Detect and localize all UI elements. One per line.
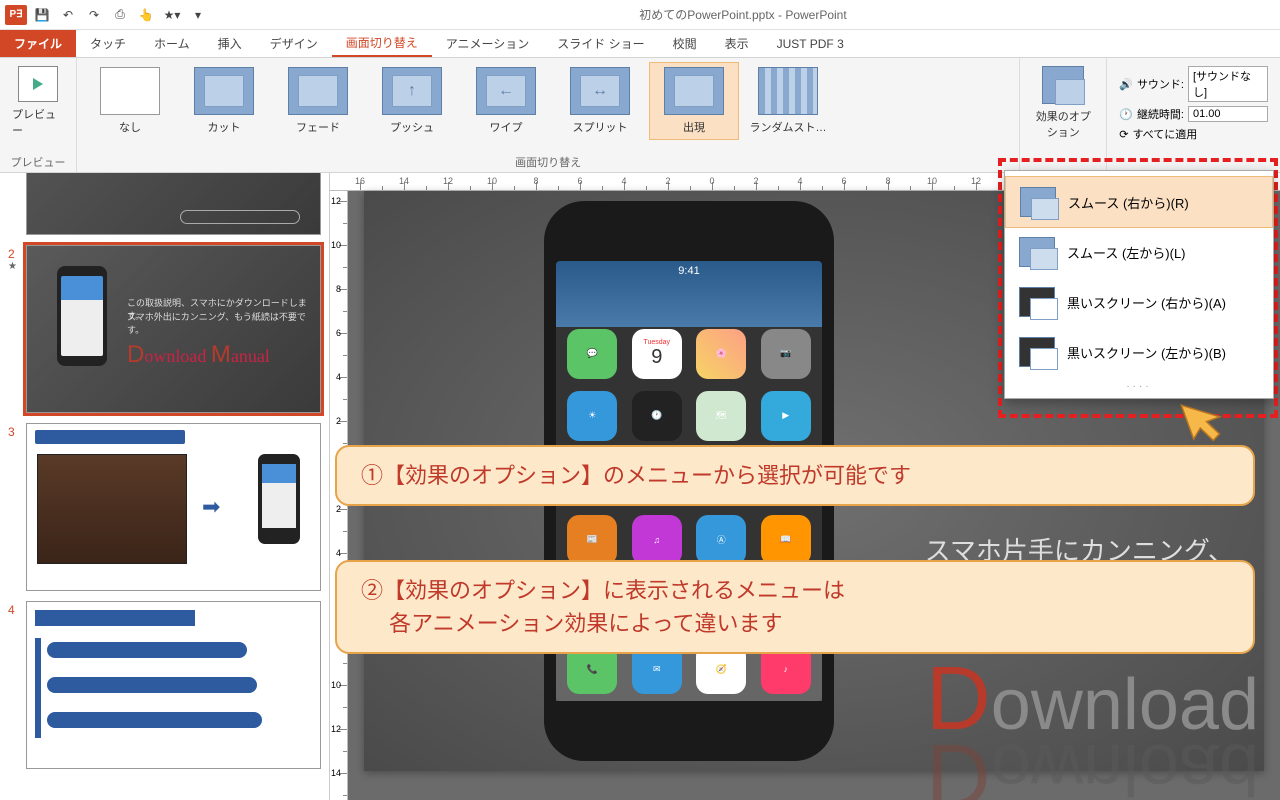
redo-icon[interactable]: ↷ bbox=[82, 3, 106, 27]
dropdown-smooth-right[interactable]: スムース (右から)(R) bbox=[1005, 176, 1273, 228]
tab-justpdf[interactable]: JUST PDF 3 bbox=[763, 30, 858, 57]
timing-duration-row: 🕐 継続時間: 01.00 bbox=[1119, 106, 1268, 122]
preview-button[interactable]: プレビュー bbox=[8, 62, 68, 142]
undo-icon[interactable]: ↶ bbox=[56, 3, 80, 27]
effect-options-button[interactable]: 効果のオプション bbox=[1028, 62, 1098, 144]
ribbon-group-timing: 🔊 サウンド: [サウンドなし] 🕐 継続時間: 01.00 ⟳ すべてに適用 bbox=[1107, 58, 1280, 172]
transition-wipe[interactable]: ← ワイプ bbox=[461, 62, 551, 140]
transition-gallery: なし カット フェード ↑ プッシュ ← ワイプ ↔ スプリット bbox=[85, 62, 1011, 140]
transition-appear[interactable]: 出現 bbox=[649, 62, 739, 140]
title-bar: P∃ 💾 ↶ ↷ ⎙ 👆 ★▾ ▾ 初めてのPowerPoint.pptx - … bbox=[0, 0, 1280, 30]
transition-split-icon: ↔ bbox=[570, 67, 630, 115]
transition-indicator-icon: ★ bbox=[8, 261, 26, 272]
dropdown-black-left[interactable]: 黒いスクリーン (左から)(B) bbox=[1005, 327, 1273, 377]
tab-touch[interactable]: タッチ bbox=[76, 30, 140, 57]
transition-cut[interactable]: カット bbox=[179, 62, 269, 140]
dropdown-grip-icon[interactable]: ···· bbox=[1005, 377, 1273, 392]
slide-thumbnail-4[interactable]: 4 bbox=[8, 601, 321, 769]
tab-view[interactable]: 表示 bbox=[711, 30, 763, 57]
effect-options-dropdown: スムース (右から)(R) スムース (左から)(L) 黒いスクリーン (右から… bbox=[1004, 170, 1274, 399]
tab-home[interactable]: ホーム bbox=[140, 30, 204, 57]
slide-thumbnail-panel[interactable]: 2 ★ この取扱説明、スマホにかダウンロードします。 スマホ外出にカンニング、も… bbox=[0, 173, 330, 800]
ribbon-group-preview: プレビュー プレビュー bbox=[0, 58, 77, 172]
callout-1: ①【効果のオプション】のメニューから選択が可能です bbox=[335, 445, 1255, 506]
transition-fade[interactable]: フェード bbox=[273, 62, 363, 140]
preview-play-icon bbox=[18, 66, 58, 102]
slide-thumbnail-3[interactable]: 3 ➡ bbox=[8, 423, 321, 591]
apply-all-button[interactable]: ⟳ すべてに適用 bbox=[1119, 126, 1268, 142]
slide-thumbnail-1[interactable] bbox=[8, 173, 321, 235]
quick-access-toolbar: P∃ 💾 ↶ ↷ ⎙ 👆 ★▾ ▾ bbox=[4, 3, 210, 27]
app-icon: P∃ bbox=[4, 3, 28, 27]
tab-slideshow[interactable]: スライド ショー bbox=[543, 30, 658, 57]
transition-wipe-icon: ← bbox=[476, 67, 536, 115]
tab-file[interactable]: ファイル bbox=[0, 30, 76, 57]
tab-animations[interactable]: アニメーション bbox=[432, 30, 544, 57]
group-label-transitions: 画面切り替え bbox=[85, 152, 1011, 170]
slide-1-preview bbox=[26, 173, 321, 235]
sound-icon: 🔊 bbox=[1119, 78, 1133, 91]
ribbon-tabs: ファイル タッチ ホーム 挿入 デザイン 画面切り替え アニメーション スライド… bbox=[0, 30, 1280, 58]
slide-thumbnail-2[interactable]: 2 ★ この取扱説明、スマホにかダウンロードします。 スマホ外出にカンニング、も… bbox=[8, 245, 321, 413]
transition-appear-icon bbox=[664, 67, 724, 115]
transition-split[interactable]: ↔ スプリット bbox=[555, 62, 645, 140]
touch-mode-icon[interactable]: 👆 bbox=[134, 3, 158, 27]
sound-select[interactable]: [サウンドなし] bbox=[1188, 66, 1268, 102]
window-title: 初めてのPowerPoint.pptx - PowerPoint bbox=[210, 6, 1276, 23]
dropdown-black-right[interactable]: 黒いスクリーン (右から)(A) bbox=[1005, 277, 1273, 327]
smooth-right-icon bbox=[1020, 187, 1056, 217]
smooth-left-icon bbox=[1019, 237, 1055, 267]
timing-sound-row: 🔊 サウンド: [サウンドなし] bbox=[1119, 66, 1268, 102]
slide-4-preview bbox=[26, 601, 321, 769]
transition-push[interactable]: ↑ プッシュ bbox=[367, 62, 457, 140]
ribbon-group-effect-options: 効果のオプション bbox=[1020, 58, 1107, 172]
ribbon: プレビュー プレビュー なし カット フェード ↑ プッシュ ← bbox=[0, 58, 1280, 173]
slide-3-preview: ➡ bbox=[26, 423, 321, 591]
callout-2: ②【効果のオプション】に表示されるメニューは 各アニメーション効果によって違いま… bbox=[335, 560, 1255, 654]
black-right-icon bbox=[1019, 287, 1055, 317]
group-label-preview: プレビュー bbox=[8, 152, 68, 170]
apply-all-icon: ⟳ bbox=[1119, 128, 1128, 141]
black-left-icon bbox=[1019, 337, 1055, 367]
favorite-icon[interactable]: ★▾ bbox=[160, 3, 184, 27]
transition-none-icon bbox=[100, 67, 160, 115]
save-icon[interactable]: 💾 bbox=[30, 3, 54, 27]
transition-cut-icon bbox=[194, 67, 254, 115]
print-icon[interactable]: ⎙ bbox=[108, 3, 132, 27]
tab-transitions[interactable]: 画面切り替え bbox=[332, 30, 432, 57]
transition-fade-icon bbox=[288, 67, 348, 115]
transition-none[interactable]: なし bbox=[85, 62, 175, 140]
transition-push-icon: ↑ bbox=[382, 67, 442, 115]
transition-random-icon bbox=[758, 67, 818, 115]
slide-2-preview: この取扱説明、スマホにかダウンロードします。 スマホ外出にカンニング、もう紙読は… bbox=[26, 245, 321, 413]
tab-design[interactable]: デザイン bbox=[256, 30, 332, 57]
dropdown-smooth-left[interactable]: スムース (左から)(L) bbox=[1005, 227, 1273, 277]
clock-icon: 🕐 bbox=[1119, 108, 1133, 121]
duration-input[interactable]: 01.00 bbox=[1188, 106, 1268, 122]
ribbon-group-transitions: なし カット フェード ↑ プッシュ ← ワイプ ↔ スプリット bbox=[77, 58, 1020, 172]
effect-options-icon bbox=[1042, 66, 1084, 104]
tab-review[interactable]: 校閲 bbox=[659, 30, 711, 57]
qat-customize-icon[interactable]: ▾ bbox=[186, 3, 210, 27]
transition-random-stripes[interactable]: ランダムスト… bbox=[743, 62, 833, 140]
tab-insert[interactable]: 挿入 bbox=[204, 30, 256, 57]
